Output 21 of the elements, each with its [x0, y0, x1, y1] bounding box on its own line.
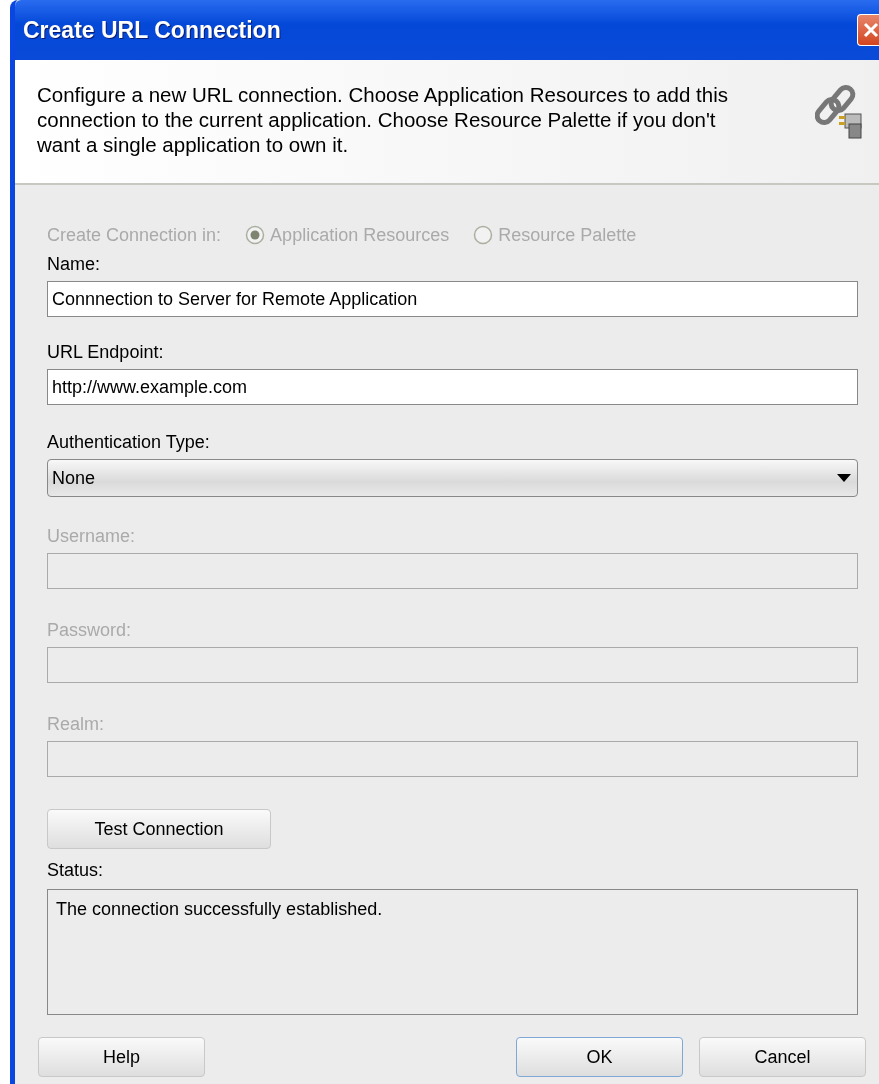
close-button[interactable]	[857, 14, 879, 46]
field-label: Username:	[47, 525, 137, 547]
status-text: The connection successfully established.	[56, 899, 383, 919]
dialog-button[interactable]: Help	[38, 1037, 205, 1077]
caret-icon	[837, 474, 851, 482]
status-label: Status:	[47, 859, 105, 881]
description-text: Configure a new URL connection. Choose Application Resources to add this connection to the current application. Choose Resource Palette if you don't want a single application to own it.	[37, 82, 729, 158]
field-label: Name:	[47, 253, 101, 275]
authentication-dropdown[interactable]: None	[47, 459, 858, 497]
dialog-button[interactable]: OK	[516, 1037, 683, 1077]
input-field[interactable]: Connnection to Server for Remote Application	[47, 281, 858, 317]
dialog-button[interactable]: Cancel	[699, 1037, 866, 1077]
window-title: Create URL Connection	[23, 15, 281, 45]
test-connection-button[interactable]: Test Connection	[47, 809, 271, 849]
field-label: Create Connection in:	[47, 223, 222, 247]
field-label: Realm:	[47, 713, 105, 735]
close-icon	[863, 21, 879, 39]
input-field[interactable]: http://www.example.com	[47, 369, 858, 405]
field-label: Password:	[47, 619, 133, 641]
field-label: URL Endpoint:	[47, 341, 165, 363]
field-label: Authentication Type:	[47, 431, 211, 453]
